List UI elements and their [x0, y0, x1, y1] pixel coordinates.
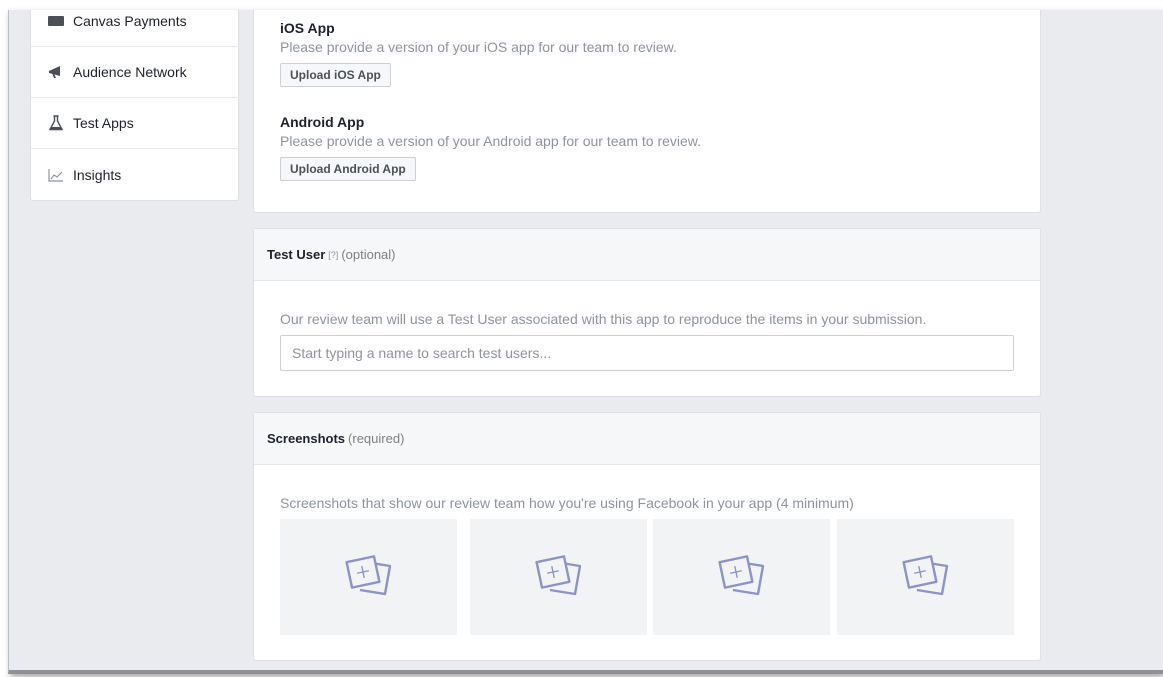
chart-icon	[48, 167, 64, 183]
screenshots-header: Screenshots (required)	[254, 413, 1040, 465]
credit-card-icon	[48, 13, 64, 29]
test-user-search-input[interactable]	[280, 335, 1014, 371]
upload-android-app-button[interactable]: Upload Android App	[280, 157, 416, 181]
sidebar-item-test-apps[interactable]: Test Apps	[31, 98, 238, 149]
sidebar-item-label: Insights	[73, 166, 122, 183]
add-screenshot-icon	[717, 553, 766, 602]
test-user-description: Our review team will use a Test User ass…	[280, 311, 927, 327]
add-screenshot-icon	[534, 553, 583, 602]
android-app-title: Android App	[280, 114, 365, 130]
android-app-description: Please provide a version of your Android…	[280, 133, 702, 149]
ios-app-title: iOS App	[280, 20, 335, 36]
platform-builds-card: iOS App Please provide a version of your…	[253, 10, 1041, 213]
sidebar-item-canvas-payments[interactable]: Canvas Payments	[31, 10, 238, 47]
ios-section: iOS App Please provide a version of your…	[280, 20, 677, 87]
sidebar-item-insights[interactable]: Insights	[31, 149, 238, 200]
top-margin	[8, 0, 1163, 10]
sidebar-item-label: Audience Network	[73, 64, 187, 80]
screenshots-card: Screenshots (required) Screenshots that …	[253, 412, 1041, 661]
app-frame: Canvas Payments Audience Network Test Ap…	[8, 10, 1163, 674]
upload-ios-app-button[interactable]: Upload iOS App	[280, 63, 391, 87]
sidebar-item-label: Test Apps	[73, 115, 134, 131]
test-user-header: Test User [?] (optional)	[254, 229, 1040, 281]
screenshots-title: Screenshots	[267, 431, 346, 446]
required-note: (required)	[348, 431, 405, 446]
sidebar-item-audience-network[interactable]: Audience Network	[31, 47, 238, 98]
test-user-card: Test User [?] (optional) Our review team…	[253, 228, 1041, 397]
help-link[interactable]: [?]	[328, 250, 338, 260]
android-section: Android App Please provide a version of …	[280, 114, 701, 181]
sidebar: Canvas Payments Audience Network Test Ap…	[30, 10, 239, 201]
screenshot-slot-4[interactable]	[837, 519, 1014, 635]
screenshot-slot-2[interactable]	[470, 519, 647, 635]
screenshot-slot-3[interactable]	[653, 519, 830, 635]
flask-icon	[48, 115, 64, 131]
test-user-title: Test User	[267, 247, 326, 262]
megaphone-icon	[48, 64, 64, 80]
screenshot-slot-1[interactable]	[280, 519, 457, 635]
optional-note: (optional)	[341, 247, 396, 262]
sidebar-item-label: Canvas Payments	[73, 13, 187, 29]
add-screenshot-icon	[901, 553, 950, 602]
screenshots-description: Screenshots that show our review team ho…	[280, 495, 854, 511]
add-screenshot-icon	[344, 553, 393, 602]
ios-app-description: Please provide a version of your iOS app…	[280, 39, 677, 55]
